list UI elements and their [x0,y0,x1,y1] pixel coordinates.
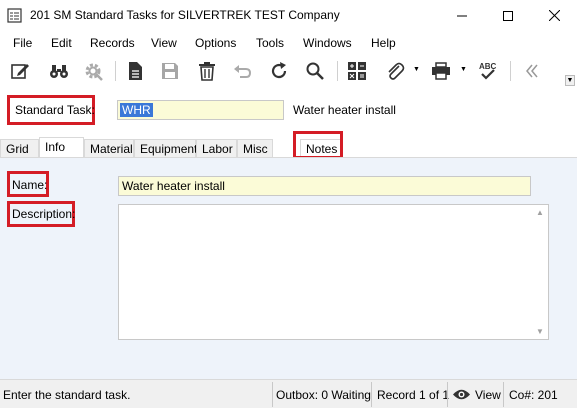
tab-strip: Grid Info Material Equipment Labor Misc … [0,131,577,159]
refresh-icon [271,62,287,79]
spellcheck-button[interactable]: ABC [476,58,502,84]
calculator-icon [348,62,366,80]
status-separator [371,382,372,407]
status-message: Enter the standard task. [3,388,131,402]
tab-grid[interactable]: Grid [0,139,39,157]
tab-equipment[interactable]: Equipment [134,139,198,157]
highlight-box [293,131,343,159]
menu-file[interactable]: File [13,36,32,50]
delete-button[interactable] [194,58,220,84]
printer-icon [432,62,450,80]
tab-label: Equipment [140,142,198,156]
standard-task-description: Water heater install [293,103,396,117]
tab-labor[interactable]: Labor [196,139,237,157]
new-document-button[interactable] [122,58,148,84]
app-icon [7,8,22,23]
name-field[interactable]: Water heater install [118,176,531,196]
toolbar-overflow-button[interactable]: ▼ [565,75,575,86]
minimize-icon [457,15,467,16]
status-bar: Enter the standard task. Outbox: 0 Waiti… [0,379,577,408]
description-scrollbar[interactable]: ▲ ▼ [532,205,548,339]
menu-options[interactable]: Options [195,36,236,50]
status-separator [447,382,448,407]
maximize-button[interactable] [485,0,531,31]
scroll-down-icon[interactable]: ▼ [536,327,544,336]
print-dropdown-arrow[interactable]: ▼ [460,66,467,73]
name-label: Name: [12,178,48,192]
gear-icon [85,63,103,81]
binoculars-icon [50,65,68,78]
view-status[interactable]: View [475,388,501,402]
edit-button[interactable] [7,58,33,84]
tab-misc[interactable]: Misc [237,139,273,157]
menu-records[interactable]: Records [90,36,135,50]
document-icon [129,62,142,80]
collapse-icon [526,64,538,78]
outbox-status: Outbox: 0 Waiting [276,388,371,402]
maximize-icon [503,10,513,21]
toolbar-separator [510,61,511,81]
description-label: Description: [12,207,76,221]
menu-bar: File Edit Records View Options Tools Win… [0,31,577,53]
print-button[interactable] [428,58,454,84]
save-icon [162,63,178,79]
tab-label: Misc [243,142,268,156]
paperclip-icon [388,62,405,80]
company-status: Co#: 201 [509,388,558,402]
tab-material[interactable]: Material [84,139,134,157]
tab-label: Material [90,142,133,156]
calculator-button[interactable] [344,58,370,84]
standard-task-row: Standard Task: WHR Water heater install [0,87,577,135]
eye-icon[interactable] [452,388,471,401]
attach-dropdown-arrow[interactable]: ▼ [413,66,420,73]
search-button[interactable] [302,58,328,84]
tab-label: Info [45,140,66,154]
find-button[interactable] [46,58,72,84]
menu-edit[interactable]: Edit [51,36,72,50]
info-panel: Name: Water heater install Description: … [0,157,577,379]
refresh-button[interactable] [266,58,292,84]
tab-label: Grid [6,142,29,156]
spellcheck-icon: ABC [479,62,497,80]
settings-button[interactable] [80,58,106,84]
svg-text:ABC: ABC [479,62,497,71]
menu-windows[interactable]: Windows [303,36,352,50]
title-bar: 201 SM Standard Tasks for SILVERTREK TES… [0,0,577,31]
standard-task-label: Standard Task: [15,103,95,117]
collapse-button[interactable] [519,58,545,84]
toolbar-separator [115,61,116,81]
scroll-up-icon[interactable]: ▲ [536,208,544,217]
search-icon [306,62,324,80]
close-icon [548,10,560,21]
menu-help[interactable]: Help [371,36,396,50]
attach-button[interactable] [382,58,408,84]
tab-info[interactable]: Info [39,137,84,158]
close-button[interactable] [531,0,577,31]
status-separator [503,382,504,407]
record-status: Record 1 of 1 [377,388,450,402]
undo-icon [234,65,252,78]
edit-icon [11,64,29,79]
minimize-button[interactable] [439,0,485,31]
window-title: 201 SM Standard Tasks for SILVERTREK TES… [30,8,340,22]
trash-icon [199,62,215,81]
menu-view[interactable]: View [151,36,177,50]
tab-label: Labor [202,142,233,156]
description-field[interactable]: ▲ ▼ [118,204,549,340]
toolbar: ▼ ▼ ABC [0,54,577,86]
undo-button[interactable] [229,58,255,84]
toolbar-separator [337,61,338,81]
save-button[interactable] [157,58,183,84]
standard-task-value: WHR [120,103,153,117]
status-separator [272,382,273,407]
menu-tools[interactable]: Tools [256,36,284,50]
standard-task-input[interactable]: WHR [117,100,284,120]
